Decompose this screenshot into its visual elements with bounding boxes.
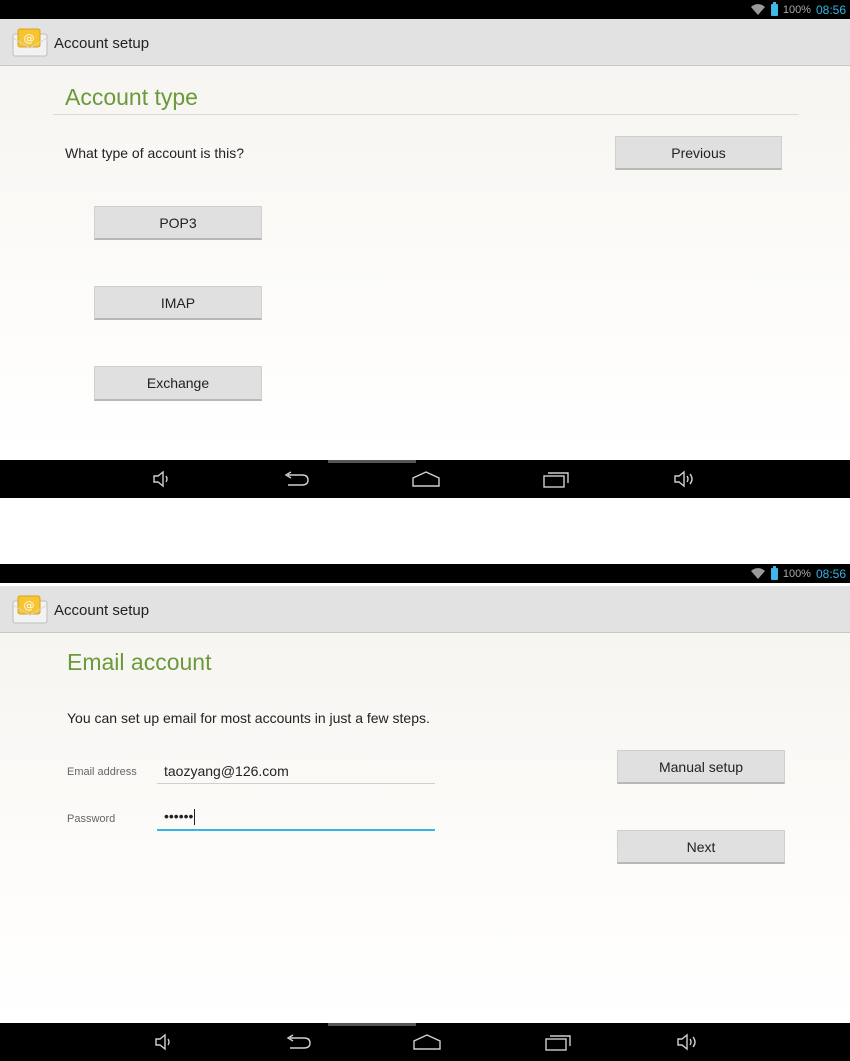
svg-text:@: @ xyxy=(24,32,35,45)
password-field-underline xyxy=(157,829,435,831)
clock: 08:56 xyxy=(815,2,846,17)
manual-setup-button[interactable]: Manual setup xyxy=(617,750,785,784)
email-app-icon[interactable]: @ xyxy=(12,28,48,58)
wifi-icon xyxy=(750,568,765,579)
battery-level: 100% xyxy=(782,567,811,580)
back-icon[interactable] xyxy=(282,470,310,488)
svg-text:@: @ xyxy=(24,599,35,612)
back-icon[interactable] xyxy=(284,1033,312,1051)
battery-level: 100% xyxy=(782,3,811,16)
navigation-bar xyxy=(0,1023,850,1061)
previous-button[interactable]: Previous xyxy=(615,136,782,170)
email-address-input[interactable]: taozyang@126.com xyxy=(164,763,289,779)
next-button[interactable]: Next xyxy=(617,830,785,864)
password-label: Password xyxy=(67,813,116,825)
app-title: Account setup xyxy=(54,35,150,52)
email-app-icon[interactable]: @ xyxy=(12,595,48,625)
email-account-screen: 100% 08:56 @ Account setup Email account… xyxy=(0,564,850,1061)
password-value: •••••• xyxy=(164,808,194,824)
content-area: Email account You can set up email for m… xyxy=(0,633,850,1023)
volume-up-icon[interactable] xyxy=(676,1033,702,1051)
home-icon[interactable] xyxy=(412,1033,442,1051)
action-bar: @ Account setup xyxy=(0,19,850,66)
account-type-prompt: What type of account is this? xyxy=(65,145,244,161)
imap-button[interactable]: IMAP xyxy=(94,286,262,320)
exchange-button[interactable]: Exchange xyxy=(94,366,262,401)
battery-icon xyxy=(770,565,778,580)
action-bar: @ Account setup xyxy=(0,586,850,633)
nav-handle xyxy=(328,460,416,463)
wifi-icon xyxy=(750,4,765,15)
volume-down-icon[interactable] xyxy=(154,1033,176,1051)
clock: 08:56 xyxy=(815,566,846,581)
recent-apps-icon[interactable] xyxy=(542,470,570,488)
password-input[interactable]: •••••• xyxy=(164,808,196,826)
page-title: Email account xyxy=(67,649,212,675)
volume-down-icon[interactable] xyxy=(152,470,174,488)
app-title: Account setup xyxy=(54,602,150,619)
email-field-underline xyxy=(157,783,435,784)
content-area: Account type What type of account is thi… xyxy=(0,66,850,460)
account-type-screen: 100% 08:56 @ Account setup Account type … xyxy=(0,0,850,498)
battery-icon xyxy=(770,1,778,16)
text-cursor xyxy=(194,809,196,826)
email-address-label: Email address xyxy=(67,766,137,778)
navigation-bar xyxy=(0,460,850,498)
intro-text: You can set up email for most accounts i… xyxy=(67,710,430,726)
nav-handle xyxy=(328,1023,416,1026)
status-bar: 100% 08:56 xyxy=(0,0,850,19)
home-icon[interactable] xyxy=(411,470,441,488)
pop3-button[interactable]: POP3 xyxy=(94,206,262,240)
recent-apps-icon[interactable] xyxy=(544,1033,572,1051)
volume-up-icon[interactable] xyxy=(673,470,699,488)
title-divider xyxy=(53,114,799,115)
page-title: Account type xyxy=(65,84,198,110)
status-bar: 100% 08:56 xyxy=(0,564,850,583)
